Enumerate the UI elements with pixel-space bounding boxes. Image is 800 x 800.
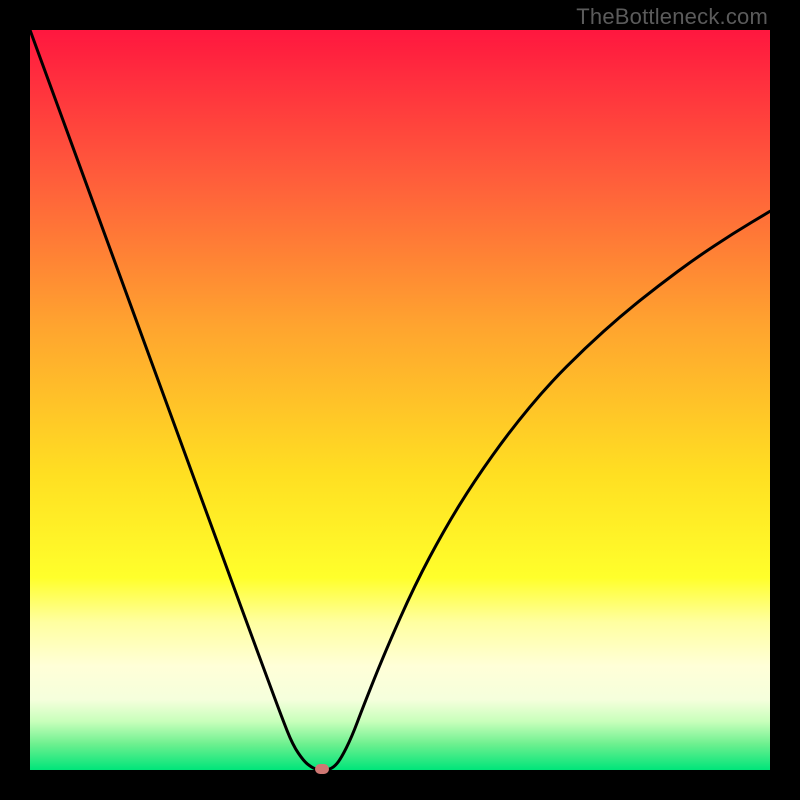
chart-frame: [30, 30, 770, 770]
watermark-text: TheBottleneck.com: [576, 4, 768, 30]
chart-plot-area: [30, 30, 770, 770]
gradient-background: [30, 30, 770, 770]
optimal-point-marker: [315, 764, 329, 774]
chart-svg: [30, 30, 770, 770]
bottleneck-curve: [30, 30, 770, 770]
